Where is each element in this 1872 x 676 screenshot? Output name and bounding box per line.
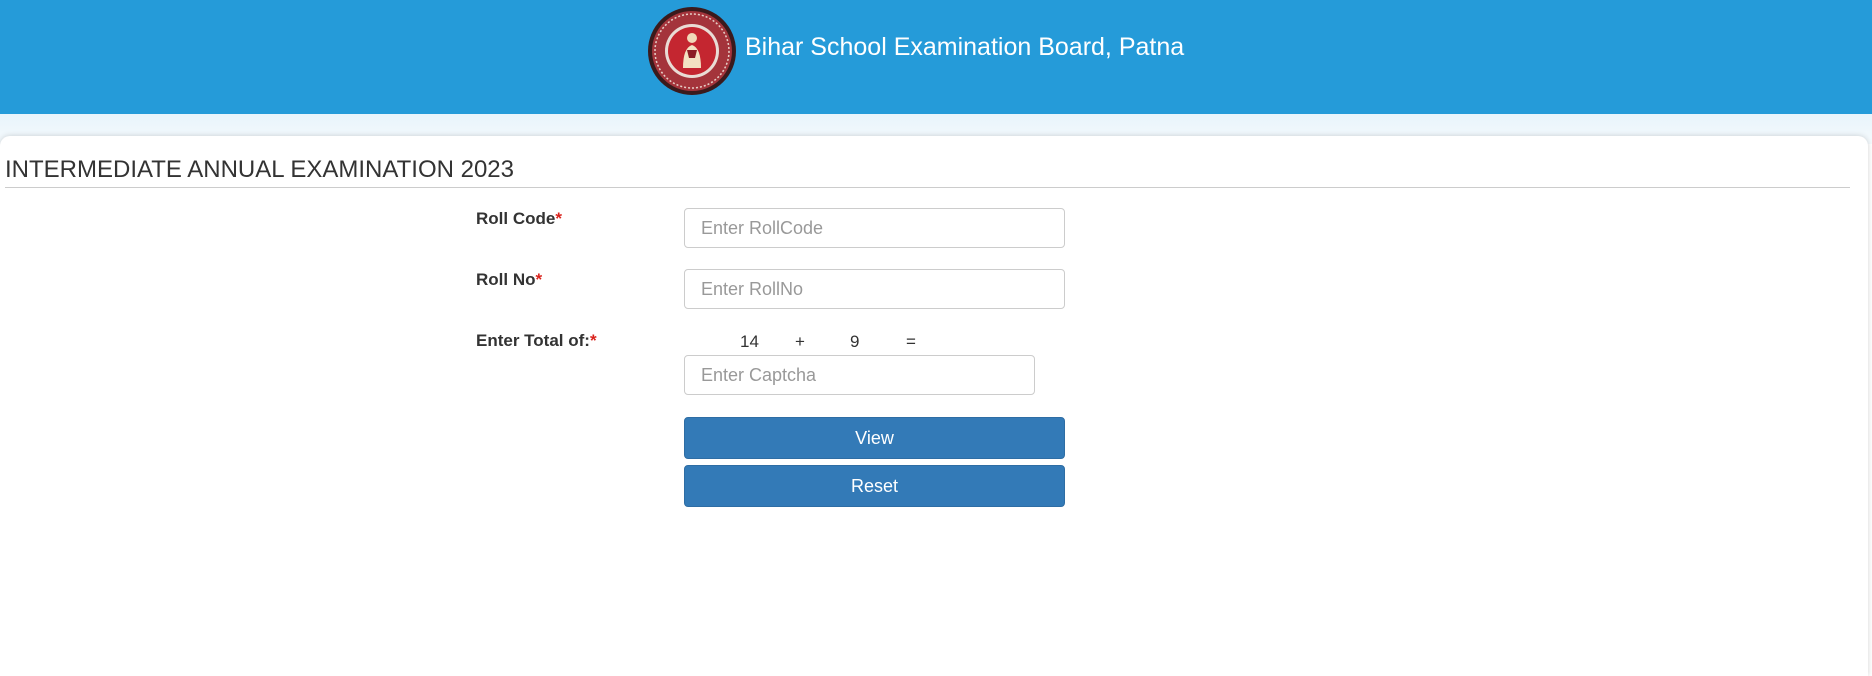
captcha-operand-2: 9 [850, 332, 860, 351]
required-mark: * [589, 331, 597, 350]
roll-no-label: Roll No* [476, 270, 542, 290]
captcha-equals: = [906, 332, 916, 351]
title-divider [5, 187, 1850, 188]
required-mark: * [535, 270, 543, 289]
site-title: Bihar School Examination Board, Patna [745, 33, 1185, 61]
captcha-operand-1: 14 [740, 332, 759, 351]
captcha-input[interactable] [684, 355, 1035, 395]
captcha-label: Enter Total of:* [476, 331, 597, 351]
reset-button[interactable]: Reset [684, 465, 1065, 507]
view-button[interactable]: View [684, 417, 1065, 459]
roll-code-label: Roll Code* [476, 209, 562, 229]
roll-no-label-text: Roll No [476, 270, 536, 289]
required-mark: * [555, 209, 562, 228]
site-header: Bihar School Examination Board, Patna [0, 0, 1872, 114]
captcha-operator: + [795, 332, 805, 351]
bseb-logo-icon [648, 7, 736, 95]
roll-code-label-text: Roll Code [476, 209, 556, 228]
exam-title: INTERMEDIATE ANNUAL EXAMINATION 2023 [5, 156, 515, 183]
captcha-label-text: Enter Total of: [476, 331, 590, 350]
roll-code-input[interactable] [684, 208, 1065, 248]
roll-no-input[interactable] [684, 269, 1065, 309]
